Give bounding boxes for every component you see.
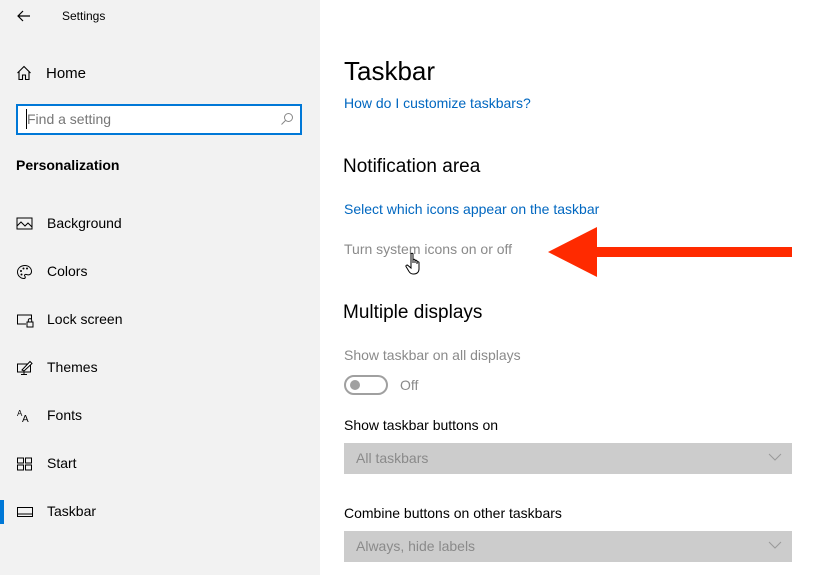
sidebar-item-label: Themes bbox=[47, 359, 98, 375]
image-icon bbox=[16, 217, 33, 230]
search-icon[interactable] bbox=[280, 112, 294, 131]
select-icons-link[interactable]: Select which icons appear on the taskbar bbox=[344, 201, 599, 217]
main-content: Taskbar How do I customize taskbars? Not… bbox=[320, 0, 826, 575]
chevron-down-icon bbox=[768, 453, 782, 461]
sidebar-item-lock-screen[interactable]: Lock screen bbox=[0, 305, 320, 335]
chevron-down-icon bbox=[768, 541, 782, 549]
app-title: Settings bbox=[62, 9, 106, 23]
home-label: Home bbox=[46, 64, 87, 82]
toggle-state-label: Off bbox=[400, 377, 419, 393]
section-title: Personalization bbox=[16, 157, 120, 173]
toggle-thumb bbox=[350, 380, 360, 390]
lock-screen-icon bbox=[17, 314, 34, 328]
multiple-displays-heading: Multiple displays bbox=[343, 302, 483, 323]
home-icon bbox=[17, 65, 31, 81]
taskbar-icon bbox=[17, 507, 33, 517]
help-link[interactable]: How do I customize taskbars? bbox=[344, 95, 531, 111]
show-all-displays-toggle[interactable] bbox=[344, 375, 388, 395]
sidebar-item-start[interactable]: Start bbox=[0, 449, 320, 479]
sidebar: Settings Home Personalization Background bbox=[0, 0, 320, 575]
title-bar: Settings bbox=[0, 0, 320, 34]
combine-label: Combine buttons on other taskbars bbox=[344, 505, 562, 521]
search-input[interactable] bbox=[26, 109, 267, 129]
combine-dropdown[interactable]: Always, hide labels bbox=[344, 531, 792, 562]
dropdown-value: All taskbars bbox=[356, 450, 429, 466]
red-arrow-annotation bbox=[548, 227, 792, 277]
sidebar-item-label: Background bbox=[47, 215, 122, 231]
fonts-icon: A A bbox=[17, 409, 29, 424]
sidebar-item-background[interactable]: Background bbox=[0, 209, 320, 239]
notification-area-heading: Notification area bbox=[343, 156, 481, 177]
sidebar-item-label: Lock screen bbox=[47, 311, 123, 327]
sidebar-item-colors[interactable]: Colors bbox=[0, 257, 320, 287]
sidebar-item-fonts[interactable]: A A Fonts bbox=[0, 401, 320, 431]
start-icon bbox=[17, 457, 32, 471]
sidebar-item-label: Taskbar bbox=[47, 503, 97, 519]
palette-icon bbox=[16, 264, 33, 280]
svg-text:A: A bbox=[22, 414, 29, 424]
arrow-left-icon bbox=[17, 10, 30, 22]
sidebar-item-label: Colors bbox=[47, 263, 88, 279]
sidebar-item-label: Start bbox=[47, 455, 77, 471]
home-nav-item[interactable]: Home bbox=[16, 62, 86, 84]
themes-icon bbox=[17, 360, 33, 375]
page-title: Taskbar bbox=[344, 56, 436, 86]
hand-cursor-icon bbox=[405, 252, 420, 275]
search-box[interactable] bbox=[16, 104, 302, 135]
dropdown-value: Always, hide labels bbox=[356, 538, 476, 554]
active-indicator bbox=[0, 500, 4, 524]
back-button[interactable] bbox=[14, 6, 34, 26]
buttons-on-dropdown[interactable]: All taskbars bbox=[344, 443, 792, 474]
sidebar-item-themes[interactable]: Themes bbox=[0, 353, 320, 383]
sidebar-item-taskbar[interactable]: Taskbar bbox=[0, 497, 320, 527]
buttons-on-label: Show taskbar buttons on bbox=[344, 417, 499, 433]
system-icons-link[interactable]: Turn system icons on or off bbox=[344, 241, 512, 257]
show-all-displays-label: Show taskbar on all displays bbox=[344, 347, 521, 363]
sidebar-item-label: Fonts bbox=[47, 407, 83, 423]
